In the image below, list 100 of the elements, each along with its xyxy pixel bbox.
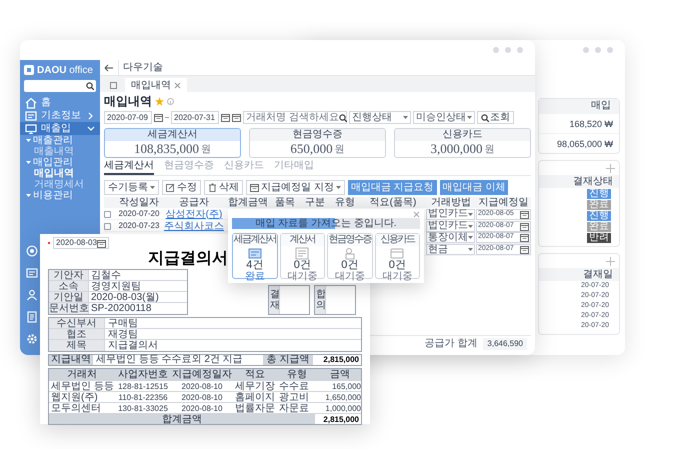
column-header: 작성일자	[118, 197, 160, 208]
column-header: 유형	[286, 369, 308, 380]
select-field[interactable]: 현금	[426, 244, 475, 255]
back-arrow-icon	[104, 64, 114, 72]
summary-card[interactable]: 세금계산서 108,835,000 원	[104, 128, 241, 158]
column-header: 금액	[329, 369, 351, 380]
supplier-link[interactable]: 삼성전자(주)	[162, 208, 226, 220]
approval-label: 합의	[315, 286, 325, 314]
table-cell-text: 110-81-22356	[117, 392, 169, 403]
status-badge: 진행	[587, 210, 611, 220]
card-label: 신용카드	[395, 129, 530, 141]
checkbox[interactable]	[104, 222, 111, 230]
field-value: 세무법인 등등 수수료외 2건 지급	[95, 355, 244, 365]
field-label: 합계금액	[49, 414, 315, 424]
date-field[interactable]: 2020-07-31	[171, 111, 219, 124]
info-icon	[167, 98, 174, 104]
caret-icon	[468, 212, 473, 216]
field-value: 김철수	[90, 270, 122, 280]
calendar-icon	[97, 238, 106, 248]
caret-icon	[403, 116, 408, 119]
column-header: 결재상태	[539, 175, 619, 188]
caret-icon	[336, 186, 341, 188]
table-cell-text: 1,650,000	[324, 392, 362, 403]
column-header: 거래방법	[430, 197, 472, 208]
caret-icon	[467, 116, 472, 119]
table-cell-text: 2020-07-23	[118, 220, 160, 232]
sidebar-item[interactable]: 매출입	[20, 122, 100, 135]
select-field[interactable]: 미승인상태	[413, 111, 475, 124]
plus-icon	[606, 164, 615, 172]
supplier-link[interactable]: 주식회사코스	[162, 220, 226, 232]
column-header: 구분	[304, 197, 326, 208]
field-label: 수신부서	[49, 318, 105, 328]
field-value: SP-20200118	[90, 303, 152, 314]
column-header: 유형	[334, 197, 356, 208]
edit-icon	[166, 182, 175, 192]
calendar-icon	[520, 233, 529, 242]
search-icon	[86, 82, 94, 90]
table-cell: 98,065,000 ₩	[539, 133, 619, 153]
field-label: 소속	[49, 281, 89, 291]
summary-card[interactable]: 현금영수증 650,000 원	[249, 128, 386, 158]
trash-icon	[208, 182, 217, 192]
column-header: 합계금액	[227, 197, 269, 208]
status-label: 대기중	[334, 271, 365, 282]
total-label: 공급가 합계	[424, 337, 478, 351]
logo: DAOU office	[37, 64, 93, 78]
page-title: 매입내역	[104, 93, 152, 110]
select-field[interactable]: 진행상태	[349, 111, 411, 124]
field-label: 협조	[49, 329, 105, 339]
coin-icon	[26, 245, 38, 257]
field-value: 2020-08-03(월)	[90, 292, 160, 302]
field-value: 재경팀	[107, 329, 139, 339]
logo-icon	[24, 65, 34, 75]
field-value: 지급결의서	[107, 340, 159, 351]
tab[interactable]: 매입내역	[125, 78, 187, 92]
unit-label: 원	[201, 142, 211, 156]
toolbar-button[interactable]: 수정	[162, 180, 201, 194]
card-label: 신용카드	[376, 234, 419, 246]
monitor-icon	[25, 122, 37, 134]
calendar-icon	[154, 113, 163, 122]
field-label: 문서번호	[49, 303, 89, 314]
card-label: 세금계산서	[105, 129, 240, 141]
approval-label: 결재	[269, 286, 279, 314]
status-badge: 진행	[587, 188, 611, 198]
person-icon	[26, 289, 38, 301]
checkbox[interactable]	[104, 210, 111, 218]
caret-icon	[150, 186, 155, 188]
field-value: 2,815,000	[322, 355, 360, 365]
column-header: 적요	[244, 369, 266, 380]
caret-icon	[468, 236, 473, 239]
calendar-icon	[520, 245, 529, 254]
table-cell-text: 130-81-33025	[117, 403, 169, 414]
plus-icon	[606, 256, 615, 266]
date-field[interactable]: 2020-07-09	[104, 111, 152, 124]
date-field[interactable]: 2020-08-03	[53, 237, 109, 249]
calendar-icon	[520, 210, 529, 218]
card-icon	[25, 110, 37, 122]
table-cell-text: 세무기장	[234, 381, 276, 392]
select-field[interactable]: 법인카드	[426, 208, 475, 220]
count-value: 0건	[294, 260, 311, 271]
toolbar-button[interactable]: 삭제	[204, 180, 243, 194]
table-cell-text: 2020-08-10	[180, 392, 224, 403]
toolbar-button[interactable]: 수기등록	[104, 180, 159, 194]
search-button[interactable]: 조회	[477, 111, 514, 124]
table-cell-text: 세무법인 등등	[50, 381, 115, 392]
total-value: 3,646,590	[483, 338, 527, 350]
gear-icon	[26, 333, 38, 345]
field-value: 경영지원팀	[90, 281, 142, 291]
select-field[interactable]: 통장이체	[426, 232, 475, 243]
search-field[interactable]: 거래처명 검색하세요	[243, 111, 347, 124]
search-field[interactable]	[24, 80, 96, 92]
table-cell-text: 128-81-12515	[117, 381, 169, 392]
summary-card[interactable]: 신용카드 3,000,000 원	[394, 128, 531, 158]
field-label: 총 지급액	[263, 355, 313, 365]
calendar-icon	[250, 182, 259, 192]
invoice-icon	[248, 247, 262, 260]
select-field[interactable]: 법인카드	[426, 220, 475, 232]
card-label: 계산서	[280, 234, 324, 246]
table-cell-text: 홈페이지	[234, 392, 276, 403]
tab[interactable]: 세금계산서	[104, 160, 154, 175]
toolbar-button[interactable]: 지급예정일 지정	[246, 180, 345, 194]
